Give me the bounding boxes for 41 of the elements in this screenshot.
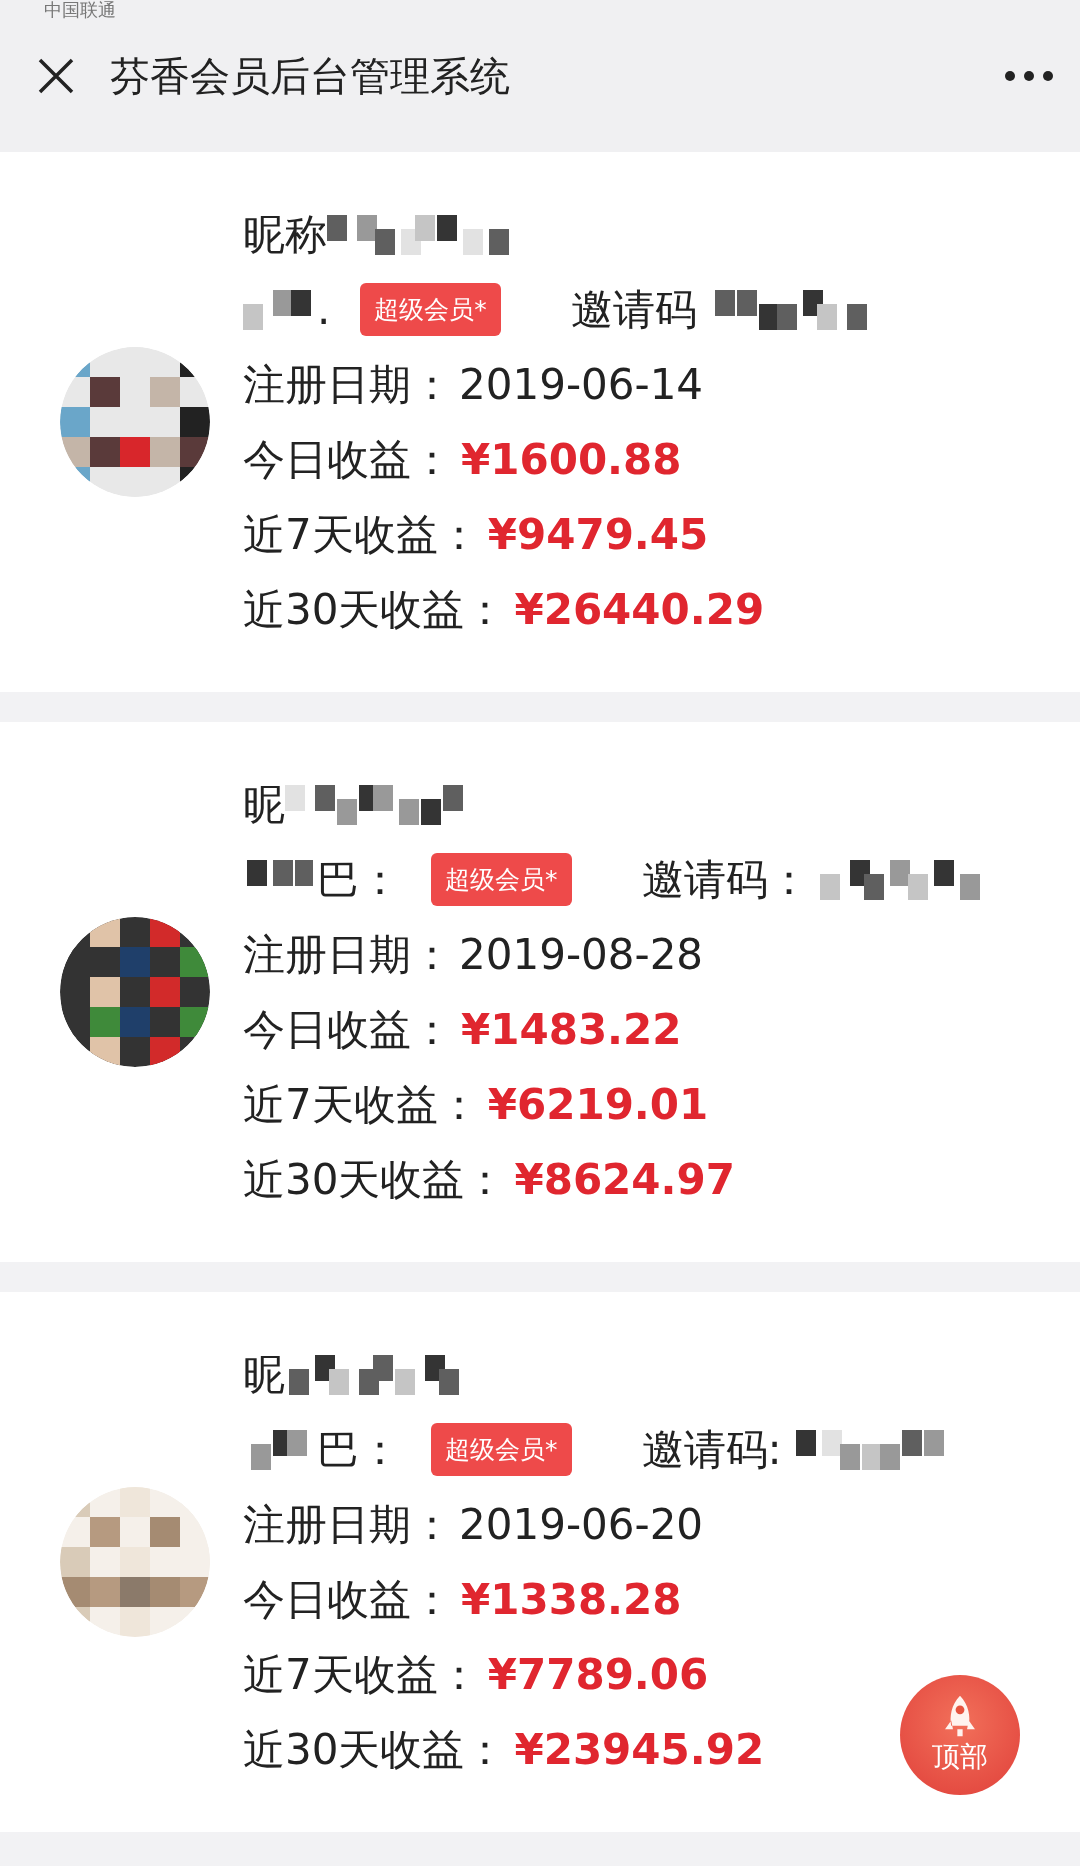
earnings-label: 今日收益：	[243, 1003, 453, 1056]
invite-code-label: 邀请码：	[641, 853, 810, 906]
carrier-name: 中国联通	[44, 0, 116, 20]
earnings-amount: ¥8624.97	[514, 1155, 735, 1204]
earnings-label: 今日收益：	[243, 433, 453, 486]
nickname-label: 昵	[243, 778, 285, 831]
role-label: 巴：	[317, 1423, 401, 1476]
earnings-amount: ¥1338.28	[461, 1575, 682, 1624]
earnings-amount: ¥1483.22	[461, 1005, 682, 1054]
earnings-label: 今日收益：	[243, 1573, 453, 1626]
earnings-amount: ¥26440.29	[514, 585, 765, 634]
page-title: 芬香会员后台管理系统	[110, 51, 511, 101]
registration-date-label: 注册日期：	[243, 1498, 453, 1551]
earnings-label: 近30天收益：	[243, 1723, 507, 1776]
role-label: .	[317, 285, 331, 334]
earnings-amount: ¥23945.92	[514, 1725, 765, 1774]
earnings-amount: ¥7789.06	[487, 1650, 709, 1699]
earnings-label: 近7天收益：	[243, 508, 480, 561]
registration-date: 2019-08-28	[459, 930, 704, 979]
redacted-role-icon	[243, 289, 313, 330]
close-icon[interactable]	[36, 56, 76, 96]
member-badge: 超级会员*	[431, 1423, 572, 1476]
member-badge: 超级会员*	[360, 283, 501, 336]
registration-date-label: 注册日期：	[243, 358, 453, 411]
earnings-label: 近7天收益：	[243, 1648, 480, 1701]
more-icon[interactable]	[1004, 70, 1054, 82]
registration-date: 2019-06-20	[459, 1500, 704, 1549]
invite-code-label: 邀请码:	[641, 1423, 782, 1476]
role-label: 巴：	[317, 853, 401, 906]
registration-date-label: 注册日期：	[243, 928, 453, 981]
nickname-label: 昵称	[243, 208, 327, 261]
earnings-label: 近30天收益：	[243, 583, 507, 636]
earnings-amount: ¥1600.88	[461, 435, 682, 484]
earnings-amount: ¥9479.45	[487, 510, 709, 559]
invite-code-label: 邀请码	[570, 283, 697, 336]
nickname-label: 昵	[243, 1348, 285, 1401]
earnings-label: 近30天收益：	[243, 1153, 507, 1206]
member-badge: 超级会员*	[431, 853, 572, 906]
earnings-label: 近7天收益：	[243, 1078, 480, 1131]
registration-date: 2019-06-14	[459, 360, 704, 409]
earnings-amount: ¥6219.01	[487, 1080, 709, 1129]
